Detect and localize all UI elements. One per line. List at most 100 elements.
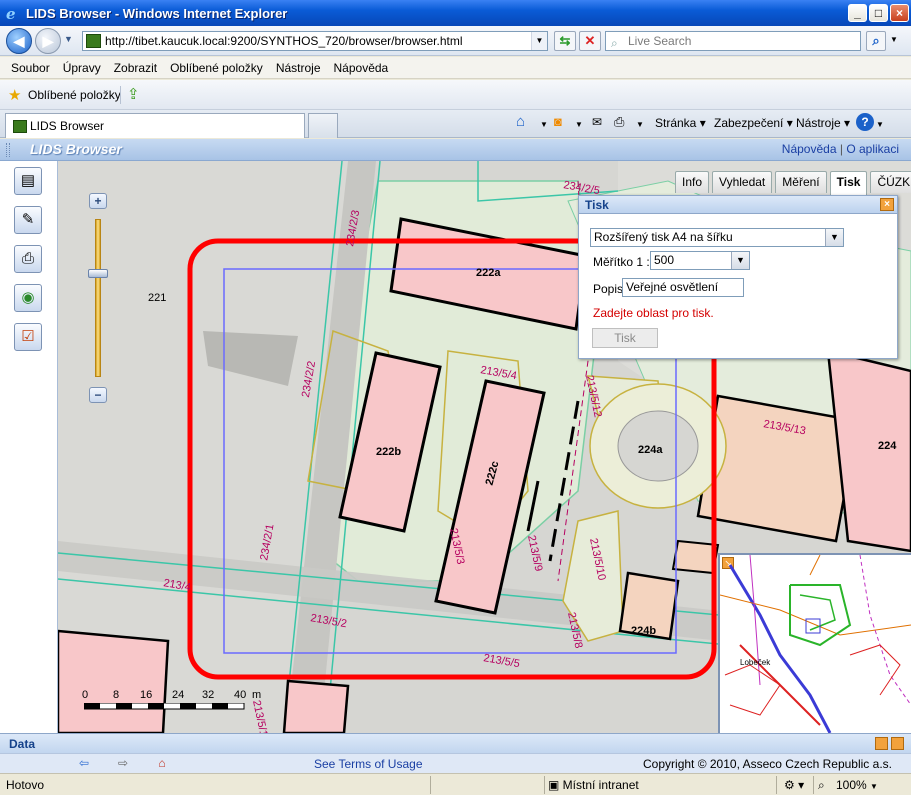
restore-icon[interactable] — [875, 737, 888, 750]
star-icon[interactable]: ★ — [8, 86, 21, 104]
parcel-224: 224 — [878, 440, 897, 452]
overview-canvas[interactable]: Lobeček — [720, 555, 911, 733]
refresh-icon[interactable]: ⇆ — [554, 31, 576, 51]
help-icon[interactable]: ? — [856, 113, 874, 131]
address-toolbar: ◀ ▶ ▼ http://tibet.kaucuk.local:9200/SYN… — [0, 26, 911, 56]
address-dropdown-icon[interactable]: ▼ — [531, 32, 547, 50]
address-bar[interactable]: http://tibet.kaucuk.local:9200/SYNTHOS_7… — [82, 31, 548, 51]
favorites-label[interactable]: Oblíbené položky — [28, 88, 121, 102]
favbar-separator — [120, 86, 121, 104]
tab-lids-browser[interactable]: LIDS Browser — [5, 113, 305, 138]
map-view[interactable]: 221 222a 222b 222c 224a 224b 224 234/2/5… — [58, 161, 911, 733]
security-menu[interactable]: Zabezpečení ▾ — [714, 116, 793, 130]
terms-link[interactable]: See Terms of Usage — [314, 757, 423, 771]
desc-input[interactable]: Veřejné osvětlení — [622, 278, 744, 297]
link-separator: | — [839, 142, 843, 156]
print-dropdown-icon[interactable]: ▼ — [636, 120, 644, 129]
zone-label: Místní intranet — [562, 778, 639, 792]
scale-labels: 0 8 16 24 32 40 m — [76, 689, 276, 701]
menu-oblibene[interactable]: Oblíbené položky — [170, 61, 263, 75]
zoom-slider-handle[interactable] — [88, 269, 108, 278]
data-panel: Data — [0, 733, 911, 753]
chevron-down-icon[interactable]: ▼ — [731, 252, 749, 269]
scale-tick-32: 32 — [202, 689, 215, 701]
rss-icon[interactable]: ◙ — [554, 114, 562, 129]
menu-soubor[interactable]: Soubor — [11, 61, 50, 75]
parcel-222b: 222b — [376, 446, 401, 458]
home-icon[interactable]: ⌂ — [152, 756, 172, 772]
zoom-track[interactable] — [95, 219, 101, 377]
tab-vyhledat[interactable]: Vyhledat — [712, 171, 773, 193]
close-button[interactable]: × — [890, 4, 909, 22]
search-icon[interactable]: ⌕ — [866, 31, 886, 51]
print-warning: Zadejte oblast pro tisk. — [593, 306, 714, 320]
panel-tabs: Info Vyhledat Měření Tisk ČÚZK — [675, 171, 911, 195]
desc-value: Veřejné osvětlení — [626, 280, 719, 294]
menu-nastroje[interactable]: Nástroje — [276, 61, 321, 75]
rss-dropdown-icon[interactable]: ▼ — [575, 120, 583, 129]
help-link[interactable]: Nápověda — [782, 142, 837, 156]
tab-mereni[interactable]: Měření — [775, 171, 827, 193]
scale-bar: 0 8 16 24 32 40 m — [76, 689, 276, 713]
print-panel-title: Tisk — [579, 196, 897, 214]
tab-label: LIDS Browser — [30, 119, 105, 133]
page-menu[interactable]: Stránka ▾ — [655, 116, 706, 130]
zoom-in-button[interactable]: + — [89, 193, 107, 209]
tools-menu[interactable]: Nástroje ▾ — [796, 116, 850, 130]
home-icon[interactable]: ⌂ — [516, 113, 525, 130]
protected-mode-icon[interactable]: ⚙ ▾ — [784, 778, 804, 792]
layers-tool-icon[interactable]: ▤ — [14, 167, 42, 195]
zoom-control: + − — [86, 193, 110, 405]
window-titlebar: e LIDS Browser - Windows Internet Explor… — [0, 0, 911, 26]
stop-icon[interactable]: ✕ — [579, 31, 601, 51]
scale-tick-40: 40 — [234, 689, 247, 701]
prev-icon[interactable]: ⇦ — [74, 756, 94, 772]
edit-tool-icon[interactable]: ✎ — [14, 206, 42, 234]
zoom-dropdown-icon[interactable]: ▼ — [870, 782, 878, 791]
menu-zobrazit[interactable]: Zobrazit — [114, 61, 157, 75]
scale-tick-16: 16 — [140, 689, 153, 701]
app-footer: ⇦ ⇨ ⌂ See Terms of Usage Copyright © 201… — [0, 753, 911, 773]
tab-tisk[interactable]: Tisk — [829, 171, 868, 195]
search-input[interactable]: ⌕ Live Search — [605, 31, 861, 51]
security-zone: ▣ Místní intranet — [548, 778, 639, 792]
history-dropdown-icon[interactable]: ▼ — [64, 34, 73, 44]
zoom-icon[interactable]: ⌕ — [818, 778, 825, 793]
home-dropdown-icon[interactable]: ▼ — [540, 120, 548, 129]
help-dropdown-icon[interactable]: ▼ — [876, 120, 884, 129]
print-button[interactable]: Tisk — [592, 328, 658, 348]
scale-select[interactable]: 500 ▼ — [650, 251, 750, 270]
checklist-tool-icon[interactable]: ☑ — [14, 323, 42, 351]
minimize-button[interactable]: _ — [848, 4, 867, 22]
print-tool-icon[interactable]: ⎙ — [14, 245, 42, 273]
scale-tick-0: 0 — [82, 689, 89, 701]
new-tab-button[interactable] — [308, 113, 338, 138]
overview-map[interactable]: ↘ Lobeček — [718, 553, 911, 733]
next-icon[interactable]: ⇨ — [113, 756, 133, 772]
back-icon[interactable]: ◀ — [6, 28, 32, 54]
about-link[interactable]: O aplikaci — [846, 142, 899, 156]
scale-label: Měřítko 1 : — [593, 255, 650, 269]
zoom-level[interactable]: 100% — [836, 778, 867, 792]
search-options-icon[interactable]: ▼ — [890, 35, 898, 44]
zoom-out-button[interactable]: − — [89, 387, 107, 403]
globe-tool-icon[interactable]: ◉ — [14, 284, 42, 312]
expand-icon[interactable] — [891, 737, 904, 750]
print-layout-select[interactable]: Rozšířený tisk A4 na šířku ▼ — [590, 228, 844, 247]
menu-upravy[interactable]: Úpravy — [63, 61, 101, 75]
live-search-icon: ⌕ — [611, 36, 618, 50]
overview-label: Lobeček — [740, 658, 771, 667]
add-favorite-icon[interactable]: ⇪ — [127, 85, 140, 103]
copyright-text: Copyright © 2010, Asseco Czech Republic … — [643, 757, 892, 771]
forward-icon[interactable]: ▶ — [35, 28, 61, 54]
close-icon[interactable]: × — [880, 198, 894, 211]
print-icon[interactable]: ⎙ — [614, 114, 624, 130]
chevron-down-icon[interactable]: ▼ — [825, 229, 843, 246]
mail-icon[interactable]: ✉ — [592, 115, 602, 129]
maximize-button[interactable]: □ — [869, 4, 888, 22]
menu-napoveda[interactable]: Nápověda — [334, 61, 389, 75]
tab-cuzk[interactable]: ČÚZK — [870, 171, 911, 193]
tab-info[interactable]: Info — [675, 171, 710, 193]
status-separator — [430, 776, 431, 794]
grip-icon — [6, 143, 10, 157]
